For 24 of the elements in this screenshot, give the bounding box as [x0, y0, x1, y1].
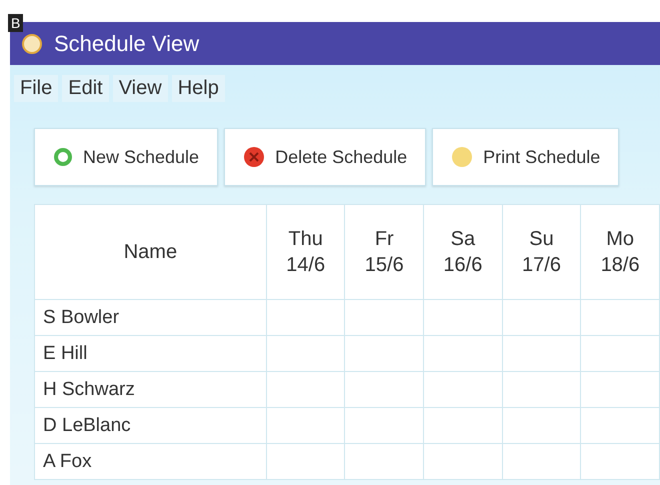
toolbar-button[interactable]: Delete Schedule: [224, 128, 426, 186]
table-cell: H Schwarz: [34, 372, 266, 408]
table-cell: D LeBlanc: [34, 408, 266, 444]
window-title: Schedule View: [54, 30, 200, 56]
column-header: Name: [34, 204, 266, 300]
close-icon: [243, 146, 266, 168]
menu-item[interactable]: Edit: [62, 75, 109, 102]
menu-item[interactable]: View: [112, 75, 168, 102]
figure-label: B: [8, 14, 24, 32]
toolbar-button[interactable]: New Schedule: [34, 128, 218, 186]
menu-item[interactable]: File: [14, 75, 58, 102]
column-header: Su 17/6: [502, 204, 581, 300]
circle-icon: [451, 146, 474, 168]
column-header: Mo 18/6: [580, 204, 660, 300]
column-header: Fr 15/6: [344, 204, 424, 300]
table-cell: A Fox: [34, 444, 266, 480]
ring-icon: [53, 147, 73, 167]
column-header: Sa 16/6: [424, 204, 502, 300]
column-header: Thu 14/6: [266, 204, 345, 300]
toolbar-button[interactable]: Print Schedule: [432, 128, 620, 186]
menu-item[interactable]: Help: [172, 75, 225, 102]
table-cell: E Hill: [34, 336, 266, 372]
app-icon: [22, 34, 42, 54]
table-cell: S Bowler: [34, 300, 266, 336]
